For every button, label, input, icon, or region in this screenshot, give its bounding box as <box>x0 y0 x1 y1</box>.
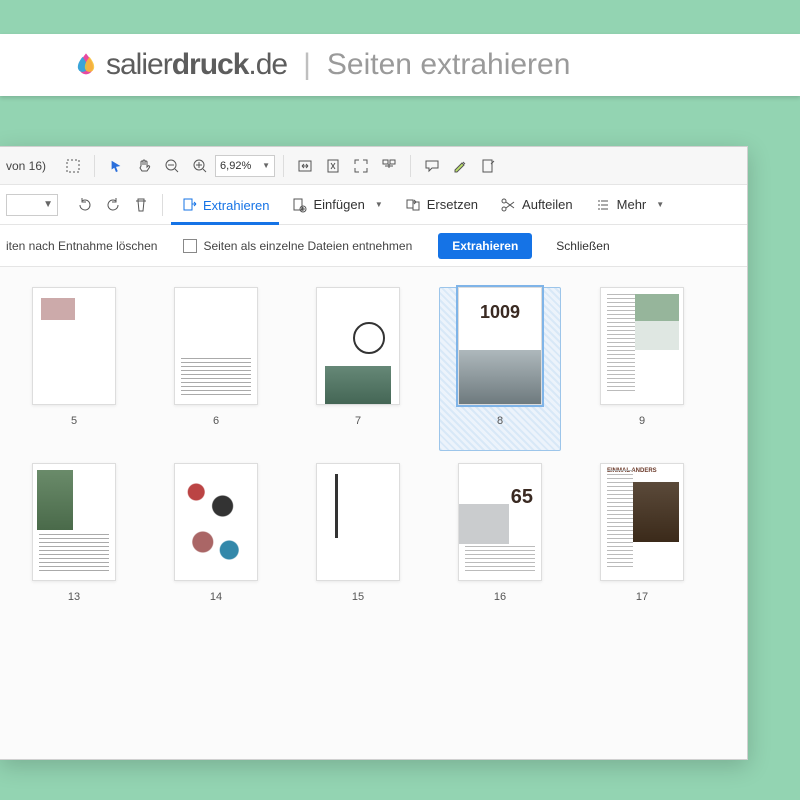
tab-more-label: Mehr <box>617 197 647 212</box>
app-window: von 16) 6,92% ▼ <box>0 146 748 760</box>
tab-replace-label: Ersetzen <box>427 197 478 212</box>
page-thumb-14[interactable]: 14 <box>166 463 266 603</box>
separator <box>94 155 95 177</box>
page-thumb-5[interactable]: 5 <box>24 287 124 427</box>
option-single-files-label: Seiten als einzelne Dateien entnehmen <box>203 239 412 253</box>
page-number: 17 <box>636 591 648 603</box>
tab-replace[interactable]: Ersetzen <box>395 185 488 225</box>
separator <box>162 194 163 216</box>
chevron-down-icon: ▼ <box>656 200 664 209</box>
page-number: 13 <box>68 591 80 603</box>
fit-page-icon[interactable] <box>320 153 346 179</box>
thumb-row: 5 6 7 1009 8 9 <box>0 287 747 427</box>
sign-icon[interactable] <box>475 153 501 179</box>
page-thumb-7[interactable]: 7 <box>308 287 408 427</box>
page-thumb-9[interactable]: 9 <box>592 287 692 427</box>
thumbnails-panel: 5 6 7 1009 8 9 13 14 15 <box>0 267 747 759</box>
separator <box>410 155 411 177</box>
list-icon <box>595 197 611 213</box>
hand-icon[interactable] <box>131 153 157 179</box>
page-thumb-6[interactable]: 6 <box>166 287 266 427</box>
checkbox-single-files[interactable] <box>183 239 197 253</box>
replace-icon <box>405 197 421 213</box>
delete-icon[interactable] <box>128 192 154 218</box>
insert-icon <box>291 197 307 213</box>
brand-salier: salier <box>106 48 172 82</box>
chevron-down-icon: ▼ <box>43 199 53 210</box>
zoom-value: 6,92% <box>220 160 251 172</box>
page-thumb-17[interactable]: EINMAL ANDERS 17 <box>592 463 692 603</box>
tab-more[interactable]: Mehr ▼ <box>585 185 675 225</box>
tab-extract[interactable]: Extrahieren <box>171 185 279 225</box>
extract-icon <box>181 197 197 213</box>
comment-icon[interactable] <box>419 153 445 179</box>
page16-headline: 65 <box>511 486 533 509</box>
view-mode-icon[interactable] <box>376 153 402 179</box>
page-number: 5 <box>71 415 77 427</box>
brand-druck: druck <box>172 48 249 82</box>
page-thumb-15[interactable]: 15 <box>308 463 408 603</box>
page-thumb-13[interactable]: 13 <box>24 463 124 603</box>
pointer-icon[interactable] <box>103 153 129 179</box>
page-thumb-8[interactable]: 1009 8 <box>450 287 550 427</box>
page8-headline: 1009 <box>459 302 541 323</box>
page-range-combo[interactable]: ▼ <box>6 194 58 216</box>
tab-extract-label: Extrahieren <box>203 198 269 213</box>
page-number: 15 <box>352 591 364 603</box>
page-number: 6 <box>213 415 219 427</box>
tab-insert-label: Einfügen <box>313 197 364 212</box>
tab-insert[interactable]: Einfügen ▼ <box>281 185 392 225</box>
close-button[interactable]: Schließen <box>556 239 609 253</box>
banner-title: Seiten extrahieren <box>327 48 571 82</box>
marquee-select-icon[interactable] <box>60 153 86 179</box>
toolbar-main: von 16) 6,92% ▼ <box>0 147 747 185</box>
page-number: 16 <box>494 591 506 603</box>
scissors-icon <box>500 197 516 213</box>
highlight-icon[interactable] <box>447 153 473 179</box>
page17-headline: EINMAL ANDERS <box>607 468 657 474</box>
brand-de: .de <box>248 48 287 82</box>
chevron-down-icon: ▼ <box>375 200 383 209</box>
zoom-out-icon[interactable] <box>159 153 185 179</box>
tab-split-label: Aufteilen <box>522 197 573 212</box>
toolbar-pages: ▼ Extrahieren Einfügen ▼ Ersetzen Auftei… <box>0 185 747 225</box>
page-thumb-16[interactable]: 65 16 <box>450 463 550 603</box>
thumb-row: 13 14 15 65 16 EINMAL ANDERS 17 <box>0 463 747 603</box>
chevron-down-icon: ▼ <box>262 161 270 170</box>
brand-logo-icon <box>72 51 100 79</box>
rotate-left-icon[interactable] <box>72 192 98 218</box>
zoom-level-combo[interactable]: 6,92% ▼ <box>215 155 275 177</box>
option-delete-after-label: iten nach Entnahme löschen <box>6 239 157 253</box>
tab-split[interactable]: Aufteilen <box>490 185 583 225</box>
rotate-right-icon[interactable] <box>100 192 126 218</box>
extract-button[interactable]: Extrahieren <box>438 233 532 259</box>
page-number: 7 <box>355 415 361 427</box>
page-number: 9 <box>639 415 645 427</box>
fullscreen-icon[interactable] <box>348 153 374 179</box>
separator: | <box>303 48 311 82</box>
page-number: 14 <box>210 591 222 603</box>
toolbar-extract-options: iten nach Entnahme löschen Seiten als ei… <box>0 225 747 267</box>
fit-width-icon[interactable] <box>292 153 318 179</box>
page-number: 8 <box>497 415 503 427</box>
page-count-label: von 16) <box>6 159 46 173</box>
zoom-in-icon[interactable] <box>187 153 213 179</box>
separator <box>283 155 284 177</box>
brand-banner: salier druck .de | Seiten extrahieren <box>0 34 800 96</box>
